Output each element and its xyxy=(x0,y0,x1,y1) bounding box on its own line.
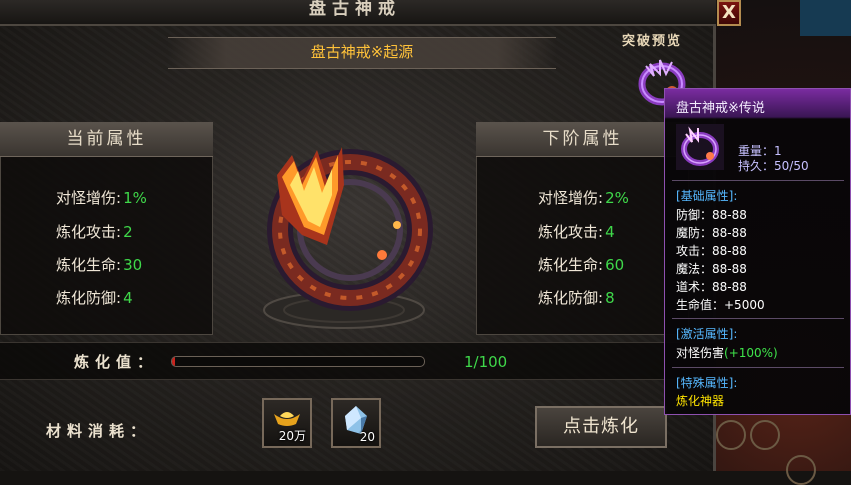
background-ornament xyxy=(716,420,746,450)
refine-value-label: 炼化值： xyxy=(74,353,159,371)
gold-ingot-icon xyxy=(274,412,300,426)
close-button[interactable]: X xyxy=(717,0,741,26)
tooltip-base-stat: 生命值：+5000 xyxy=(676,298,765,312)
tooltip-durability: 持久：50/50 xyxy=(738,159,809,173)
breakthrough-preview-label: 突破预览 xyxy=(622,34,683,49)
material-slot-gold[interactable]: 20万 xyxy=(262,398,312,448)
ring-artwork xyxy=(263,147,433,329)
next-attr-row: 炼化生命: 60 xyxy=(538,256,625,274)
tooltip-base-header: [基础属性]: xyxy=(676,189,738,203)
refine-progress-count: 1/100 xyxy=(464,353,508,371)
tooltip-special-header: [特殊属性]: xyxy=(676,376,738,390)
next-attr-row: 炼化攻击: 4 xyxy=(538,223,615,241)
next-attr-row: 炼化防御: 8 xyxy=(538,289,615,307)
refine-progress-bar xyxy=(171,356,425,367)
tooltip-active-header: [激活属性]: xyxy=(676,327,738,341)
tooltip-divider xyxy=(672,318,844,319)
item-title: 盘古神戒※起源 xyxy=(310,43,414,61)
tooltip-base-stat: 攻击：88-88 xyxy=(676,244,747,258)
next-attributes-title: 下阶属性 xyxy=(542,129,623,149)
tooltip-ring-icon xyxy=(676,124,724,170)
refine-button[interactable]: 点击炼化 xyxy=(535,406,667,448)
material-slot-crystal[interactable]: 20 xyxy=(331,398,381,448)
background-ornament xyxy=(750,420,780,450)
background-ornament xyxy=(786,455,816,485)
window-title: 盘古神戒 xyxy=(309,0,401,19)
tooltip-base-stat: 魔法：88-88 xyxy=(676,262,747,276)
tooltip-divider xyxy=(672,367,844,368)
material-count: 20 xyxy=(359,430,375,444)
material-count: 20万 xyxy=(278,429,306,443)
tooltip-base-stat: 道术：88-88 xyxy=(676,280,747,294)
current-attributes-title: 当前属性 xyxy=(66,129,147,149)
tooltip-divider xyxy=(672,180,844,181)
tooltip-base-stat: 魔防：88-88 xyxy=(676,226,747,240)
current-attr-row: 炼化攻击: 2 xyxy=(56,223,133,241)
next-attr-row: 对怪增伤: 2% xyxy=(538,189,629,207)
material-cost-label: 材料消耗： xyxy=(46,422,152,440)
current-attr-row: 炼化防御: 4 xyxy=(56,289,133,307)
background-scene-corner xyxy=(800,0,851,36)
current-attr-row: 炼化生命: 30 xyxy=(56,256,143,274)
tooltip-active-stat: 对怪伤害(+100%) xyxy=(676,346,778,360)
tooltip-special-text: 炼化神器 xyxy=(676,394,725,408)
tooltip-title: 盘古神戒※传说 xyxy=(676,101,765,116)
tooltip-base-stat: 防御：88-88 xyxy=(676,208,747,222)
refine-progress-fill xyxy=(172,357,176,366)
current-attr-row: 对怪增伤: 1% xyxy=(56,189,147,207)
